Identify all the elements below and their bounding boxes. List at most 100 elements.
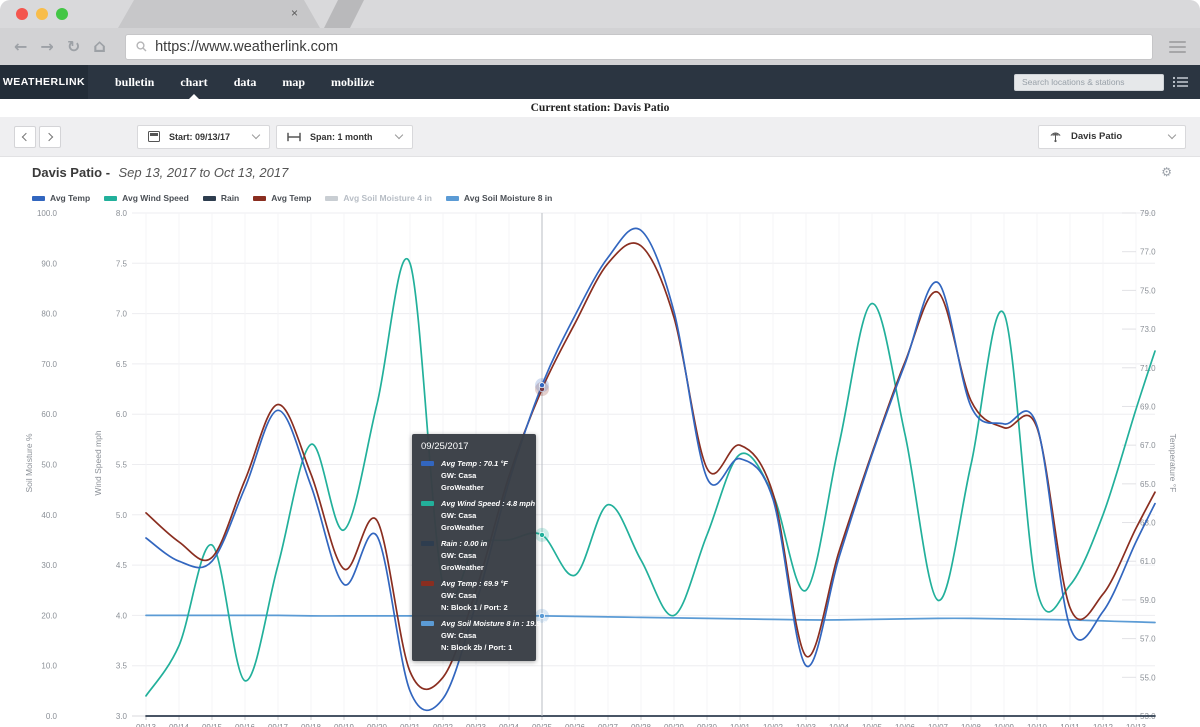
legend-swatch [32, 195, 45, 201]
svg-text:40.0: 40.0 [41, 511, 57, 520]
legend-item[interactable]: Avg Soil Moisture 4 in [325, 193, 432, 203]
next-period-button[interactable] [39, 125, 61, 148]
svg-text:70.0: 70.0 [41, 360, 57, 369]
chart-tooltip: 09/25/2017 Avg Temp : 70.1 °F GW: Casa Gro… [412, 434, 549, 661]
minimize-window-button[interactable] [36, 8, 48, 20]
close-window-button[interactable] [16, 8, 28, 20]
svg-text:79.0: 79.0 [1140, 209, 1156, 218]
tooltip-entry: Avg Wind Speed : 4.8 mph GW: Casa GroWeath… [421, 499, 535, 532]
forward-icon[interactable]: → [40, 38, 53, 55]
legend-swatch [445, 195, 459, 201]
station-selector-dropdown[interactable]: Davis Patio [1038, 124, 1186, 149]
tooltip-entry: Avg Soil Moisture 8 in : 19.9 % GW: Casa N… [421, 619, 549, 652]
weatherlink-logo[interactable]: WEATHERLINK [0, 65, 88, 99]
nav-item-map[interactable]: map [269, 65, 318, 99]
chart-panel: Davis Patio - Sep 13, 2017 to Oct 13, 20… [0, 157, 1200, 727]
start-date-label: Start: 09/13/17 [169, 131, 231, 142]
svg-text:10/05: 10/05 [862, 723, 883, 727]
svg-text:4.0: 4.0 [116, 611, 128, 620]
span-dropdown[interactable]: Span: 1 month [276, 124, 413, 149]
nav-item-bulletin[interactable]: bulletin [102, 65, 167, 99]
svg-text:09/17: 09/17 [268, 723, 289, 727]
home-icon[interactable]: ⌂ [93, 37, 106, 56]
svg-text:10/08: 10/08 [961, 723, 982, 727]
legend-swatch [202, 195, 216, 201]
chart-date-range: Sep 13, 2017 to Oct 13, 2017 [118, 165, 289, 180]
browser-menu-icon[interactable] [1169, 40, 1186, 53]
svg-text:10/13: 10/13 [1126, 723, 1147, 727]
nav-menu: bulletin chart data map mobilize [102, 65, 387, 99]
tooltip-swatch [421, 541, 434, 546]
zoom-window-button[interactable] [56, 8, 68, 20]
chart-settings-gear-icon[interactable]: ⚙ [1161, 165, 1172, 179]
nav-item-data[interactable]: data [221, 65, 270, 99]
svg-text:30.0: 30.0 [41, 561, 57, 570]
svg-text:20.0: 20.0 [41, 611, 57, 620]
svg-text:6.0: 6.0 [116, 410, 128, 419]
tooltip-date: 09/25/2017 [421, 441, 469, 452]
window-controls[interactable] [16, 8, 68, 20]
svg-text:10/09: 10/09 [994, 723, 1015, 727]
svg-text:10/07: 10/07 [928, 723, 949, 727]
svg-text:7.5: 7.5 [116, 259, 128, 268]
legend-item[interactable]: Avg Wind Speed [104, 193, 189, 203]
tab-close-icon[interactable]: × [291, 6, 298, 20]
station-selector-label: Davis Patio [1071, 131, 1123, 142]
span-label: Span: 1 month [310, 131, 373, 142]
svg-text:69.0: 69.0 [1140, 402, 1156, 411]
svg-text:3.5: 3.5 [116, 662, 128, 671]
svg-text:67.0: 67.0 [1140, 441, 1156, 450]
legend-label: Avg Temp [50, 193, 91, 203]
url-text: https://www.weatherlink.com [155, 38, 339, 55]
search-input[interactable] [1014, 73, 1164, 91]
svg-text:10/03: 10/03 [796, 723, 817, 727]
browser-tab[interactable]: × [118, 0, 320, 28]
station-list-icon[interactable] [1173, 76, 1188, 88]
svg-text:10/02: 10/02 [763, 723, 784, 727]
legend-item[interactable]: Avg Temp [32, 193, 90, 203]
browser-window: × ← → ↻ ⌂ https://www.weatherlink.com WE… [0, 0, 1200, 727]
svg-text:09/22: 09/22 [433, 723, 454, 727]
svg-text:4.5: 4.5 [116, 561, 128, 570]
address-bar[interactable]: https://www.weatherlink.com [125, 33, 1153, 60]
nav-item-mobilize[interactable]: mobilize [318, 65, 387, 99]
chevron-down-icon [1167, 130, 1177, 140]
legend-swatch [253, 195, 267, 201]
tooltip-swatch [421, 461, 434, 466]
svg-text:5.5: 5.5 [116, 461, 128, 470]
chart-plot-area[interactable]: 79.077.075.073.071.069.067.065.063.061.0… [0, 203, 1200, 727]
span-icon [287, 132, 301, 141]
svg-text:09/29: 09/29 [664, 723, 685, 727]
new-tab-button[interactable] [324, 0, 364, 28]
tooltip-entry: Rain : 0.00 in GW: Casa GroWeather [421, 539, 527, 572]
svg-text:73.0: 73.0 [1140, 325, 1156, 334]
tooltip-entry: Avg Temp : 69.9 °F GW: Casa N: Block 1 / P… [421, 579, 527, 612]
legend-swatch [325, 195, 339, 201]
nav-item-chart[interactable]: chart [167, 65, 220, 99]
back-icon[interactable]: ← [14, 38, 27, 55]
svg-text:10/12: 10/12 [1093, 723, 1114, 727]
svg-text:09/25: 09/25 [532, 723, 553, 727]
start-date-dropdown[interactable]: Start: 09/13/17 [137, 124, 271, 149]
svg-text:09/16: 09/16 [235, 723, 256, 727]
prev-period-button[interactable] [14, 125, 36, 148]
svg-text:Wind Speed mph: Wind Speed mph [93, 430, 103, 495]
legend-label: Rain [220, 193, 240, 203]
legend-item[interactable]: Rain [202, 193, 240, 203]
svg-text:09/26: 09/26 [565, 723, 586, 727]
chevron-down-icon [394, 130, 403, 140]
svg-text:10/04: 10/04 [829, 723, 850, 727]
svg-text:63.0: 63.0 [1140, 519, 1156, 528]
svg-text:50.0: 50.0 [41, 461, 57, 470]
svg-text:Soil Moisture %: Soil Moisture % [24, 433, 34, 492]
svg-text:10/01: 10/01 [730, 723, 751, 727]
legend-item[interactable]: Avg Soil Moisture 8 in [445, 193, 552, 203]
legend-item[interactable]: Avg Temp [253, 193, 311, 203]
svg-text:90.0: 90.0 [41, 259, 57, 268]
legend-label: Avg Wind Speed [122, 193, 189, 203]
svg-text:59.0: 59.0 [1140, 596, 1156, 605]
chart-controls-toolbar: Start: 09/13/17 Span: 1 month Davis Pati… [0, 117, 1200, 157]
chart-legend: Avg Temp Avg Wind Speed Rain Avg Temp Avg So… [0, 193, 1200, 203]
calendar-icon [148, 131, 160, 142]
reload-icon[interactable]: ↻ [67, 38, 80, 55]
